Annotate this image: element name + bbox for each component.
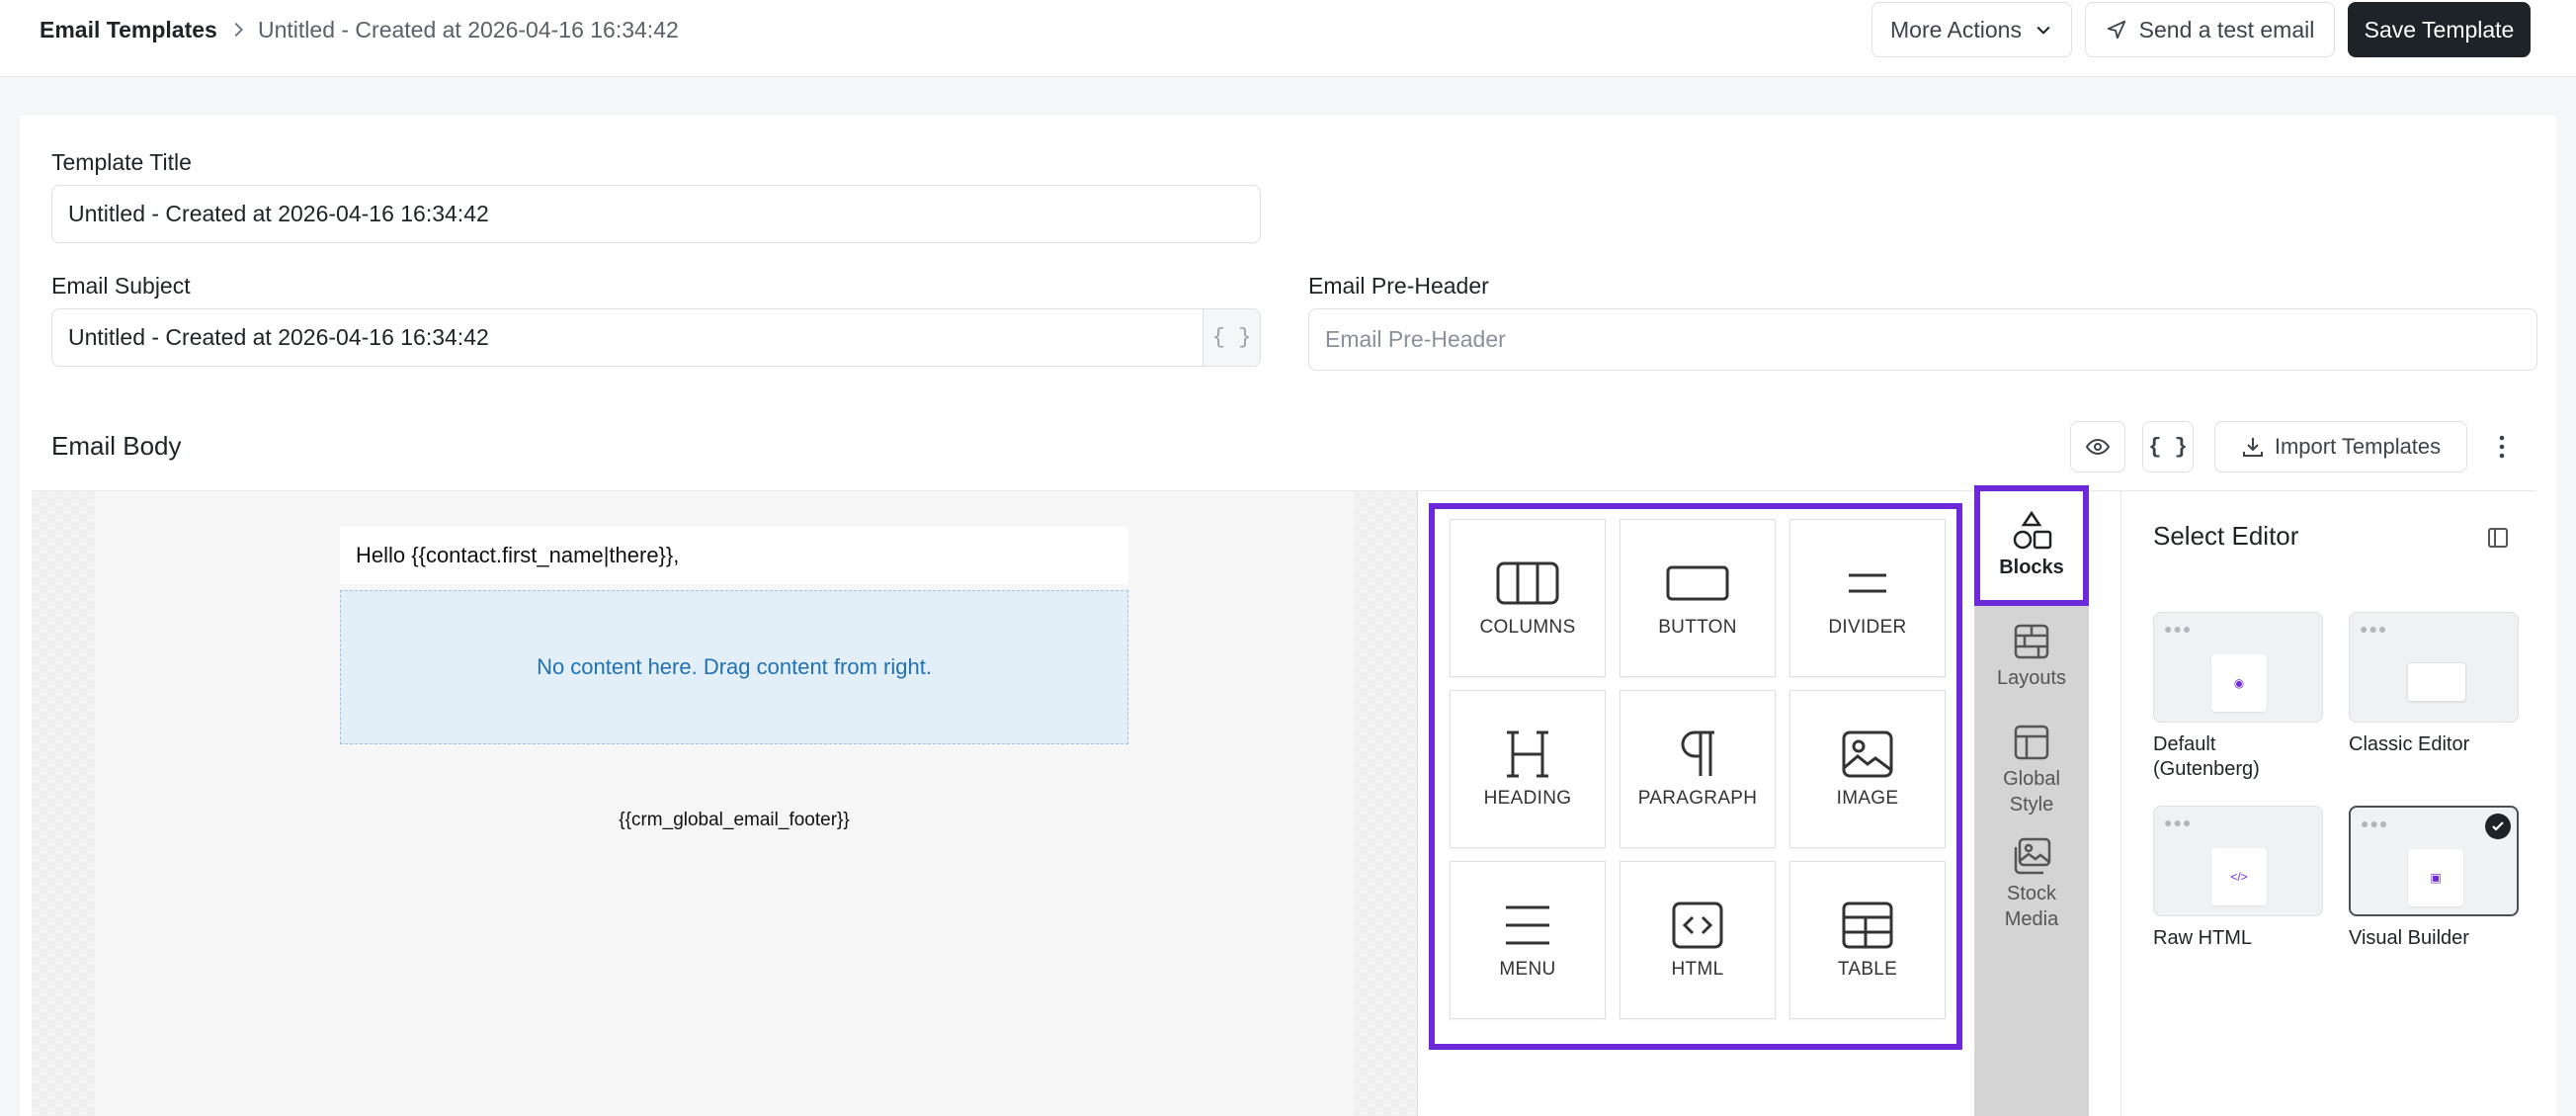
visual-builder-editor: Hello {{contact.first_name|there}}, No c… [32,485,2536,1116]
editor-option-classic[interactable]: ●●● [2349,612,2519,723]
block-divider-label: DIVIDER [1828,617,1907,638]
block-html[interactable]: HTML [1620,861,1776,1019]
block-image[interactable]: IMAGE [1789,690,1946,848]
greeting-text-block[interactable]: Hello {{contact.first_name|there}}, [340,527,1128,584]
classic-editor-icon [2407,662,2466,702]
eye-icon [2086,438,2110,456]
button-icon [1666,565,1729,601]
tab-global-style-label: Global Style [2003,768,2060,816]
select-editor-title: Select Editor [2153,521,2299,551]
email-preheader-label: Email Pre-Header [1308,273,1489,299]
block-image-label: IMAGE [1836,788,1899,809]
tab-layouts-label: Layouts [1996,667,2067,689]
block-divider[interactable]: DIVIDER [1789,519,1946,677]
block-heading-label: HEADING [1483,788,1572,809]
download-icon [2242,438,2263,457]
import-templates-button[interactable]: Import Templates [2214,421,2467,472]
block-table-label: TABLE [1837,959,1898,980]
tab-layouts[interactable]: Layouts [1974,622,2089,691]
paragraph-icon [1681,730,1714,776]
subject-shortcode-button[interactable]: { } [1203,309,1260,366]
top-bar: Email Templates Untitled - Created at 20… [0,0,2576,77]
email-canvas: Hello {{contact.first_name|there}}, No c… [32,491,1417,1116]
import-templates-label: Import Templates [2274,434,2442,459]
block-paragraph[interactable]: PARAGRAPH [1620,690,1776,848]
block-columns-label: COLUMNS [1479,617,1576,638]
shapes-icon [2013,511,2052,550]
heading-icon [1507,730,1548,778]
body-shortcode-button[interactable]: { } [2142,421,2194,472]
tab-blocks-label: Blocks [1999,557,2064,578]
editor-option-raw-html-label: Raw HTML [2153,927,2253,949]
more-actions-button[interactable]: More Actions [1871,2,2072,57]
table-icon [1842,901,1893,949]
window-dots-icon: ●●● [2164,815,2193,830]
images-icon [2014,837,2051,875]
more-vertical-icon[interactable] [2491,433,2513,461]
sidebar-toggle-icon[interactable] [2487,527,2509,549]
email-subject-value: Untitled - Created at 2026-04-16 16:34:4… [68,324,489,350]
visual-builder-icon: ▣ [2408,849,2463,906]
preview-button[interactable] [2070,421,2125,472]
block-button[interactable]: BUTTON [1620,519,1776,677]
chevron-right-icon [234,22,243,38]
menu-icon [1506,905,1549,945]
canvas-divider [1417,491,1418,1116]
block-columns[interactable]: COLUMNS [1450,519,1606,677]
send-test-email-label: Send a test email [2138,16,2315,43]
editor-option-visual-builder-label: Visual Builder [2349,927,2469,949]
editor-option-raw-html[interactable]: ●●● </> [2153,806,2323,916]
tab-blocks[interactable]: Blocks [1974,485,2089,606]
breadcrumb-email-templates[interactable]: Email Templates [40,14,217,45]
block-html-label: HTML [1671,959,1724,980]
send-test-email-button[interactable]: Send a test email [2085,2,2335,57]
blocks-panel: COLUMNS BUTTON DIVIDER HEADING PARAGRAPH… [1429,503,1962,1050]
select-editor-panel: Select Editor ●●● ◉ Default (Gutenberg) … [2120,491,2536,1116]
code-icon: </> [2211,848,2267,905]
block-heading[interactable]: HEADING [1450,690,1606,848]
image-icon [1842,730,1893,778]
canvas-content-area: Hello {{contact.first_name|there}}, No c… [95,491,1354,1116]
footer-shortcode: {{crm_global_email_footer}} [619,810,850,830]
breadcrumb-current: Untitled - Created at 2026-04-16 16:34:4… [258,17,679,43]
email-subject-input[interactable]: Untitled - Created at 2026-04-16 16:34:4… [51,308,1261,367]
chevron-down-icon [2036,26,2050,35]
layout-panel-icon [2014,725,2049,760]
tab-stock-media-label: Stock Media [2004,883,2059,930]
editor-option-visual-builder[interactable]: ●●● ▣ [2349,806,2519,916]
window-dots-icon: ●●● [2360,621,2388,637]
check-icon [2485,814,2511,839]
block-menu[interactable]: MENU [1450,861,1606,1019]
email-body-title: Email Body [51,431,182,461]
editor-option-gutenberg[interactable]: ●●● ◉ [2153,612,2323,723]
block-button-label: BUTTON [1658,617,1737,638]
gutenberg-icon: ◉ [2211,654,2267,712]
block-menu-label: MENU [1499,959,1556,980]
email-preheader-input[interactable]: Email Pre-Header [1308,308,2537,371]
drop-zone[interactable]: No content here. Drag content from right… [340,590,1128,744]
template-title-input[interactable]: Untitled - Created at 2026-04-16 16:34:4… [51,185,1261,243]
more-actions-label: More Actions [1890,16,2022,43]
columns-icon [1496,561,1559,605]
window-dots-icon: ●●● [2164,621,2193,637]
tab-global-style[interactable]: Global Style [1974,723,2089,817]
html-icon [1672,901,1723,949]
email-subject-label: Email Subject [51,273,191,299]
block-table[interactable]: TABLE [1789,861,1946,1019]
editor-option-classic-label: Classic Editor [2349,733,2470,755]
template-title-label: Template Title [51,149,192,175]
builder-side-tabs: Blocks Layouts Global Style Stock Media [1974,485,2089,1116]
save-template-button[interactable]: Save Template [2348,2,2531,57]
editor-option-gutenberg-label: Default (Gutenberg) [2153,733,2260,780]
block-paragraph-label: PARAGRAPH [1637,788,1758,809]
window-dots-icon: ●●● [2361,816,2389,831]
tab-stock-media[interactable]: Stock Media [1974,837,2089,932]
send-icon [2107,20,2125,40]
divider-icon [1849,573,1886,593]
layouts-icon [2014,624,2049,659]
